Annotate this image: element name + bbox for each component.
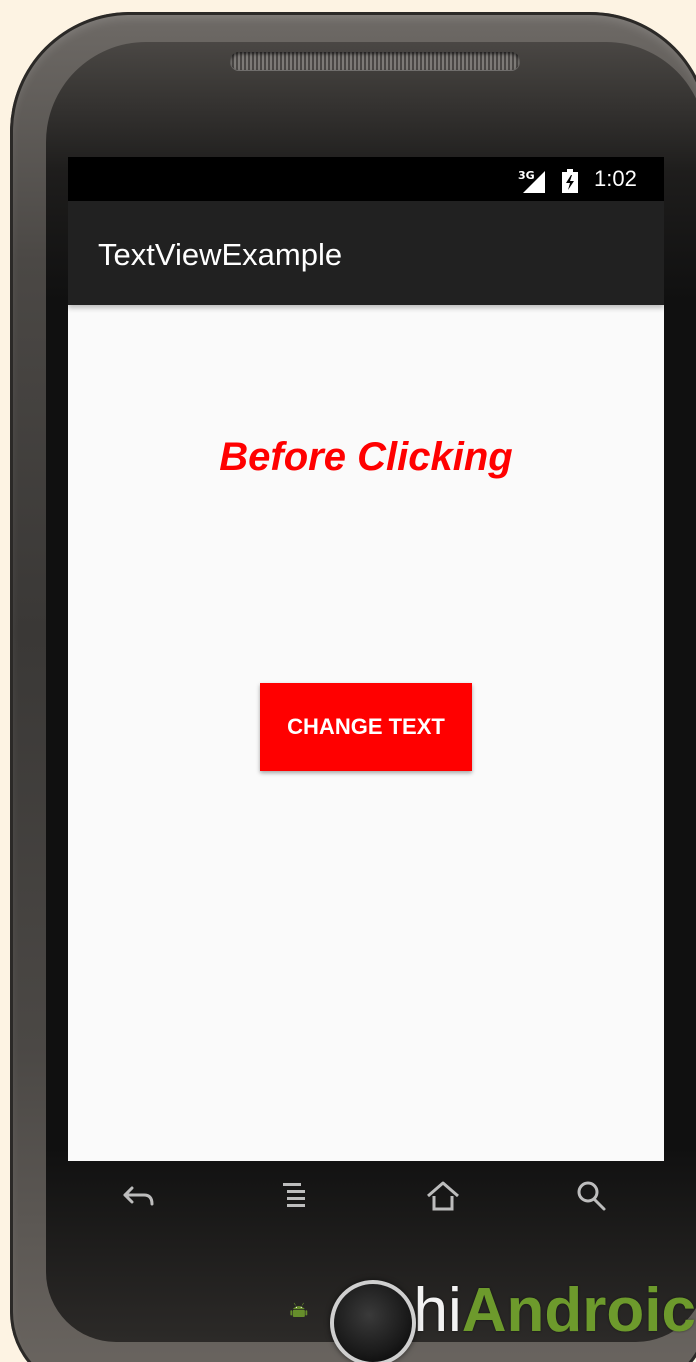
signal-icon	[523, 171, 545, 193]
back-button[interactable]	[116, 1173, 162, 1219]
watermark-text-android: Androic	[461, 1275, 696, 1345]
app-title: TextViewExample	[98, 237, 343, 272]
home-button[interactable]	[420, 1173, 466, 1219]
search-icon	[577, 1181, 606, 1211]
device-screen: 3G 1:02 TextViewExample Before Clicking …	[68, 157, 664, 1161]
action-bar: TextViewExample	[68, 201, 664, 305]
menu-icon	[283, 1183, 305, 1207]
android-logo-icon	[290, 1302, 308, 1318]
navigation-bar	[68, 1161, 664, 1231]
change-text-button[interactable]: CHANGE TEXT	[260, 683, 472, 771]
message-text: Before Clicking	[219, 435, 513, 479]
search-button[interactable]	[568, 1173, 614, 1219]
back-icon	[123, 1186, 154, 1206]
status-time: 1:02	[594, 166, 637, 191]
page: 3G 1:02 TextViewExample Before Clicking …	[0, 0, 696, 1362]
physical-home-key[interactable]	[330, 1280, 416, 1362]
content-area: Before Clicking CHANGE TEXT	[68, 305, 664, 1161]
status-bar: 3G 1:02	[68, 157, 664, 201]
home-icon	[427, 1181, 459, 1211]
earpiece-speaker	[230, 52, 520, 70]
menu-button[interactable]	[272, 1173, 318, 1219]
battery-icon	[562, 169, 578, 193]
